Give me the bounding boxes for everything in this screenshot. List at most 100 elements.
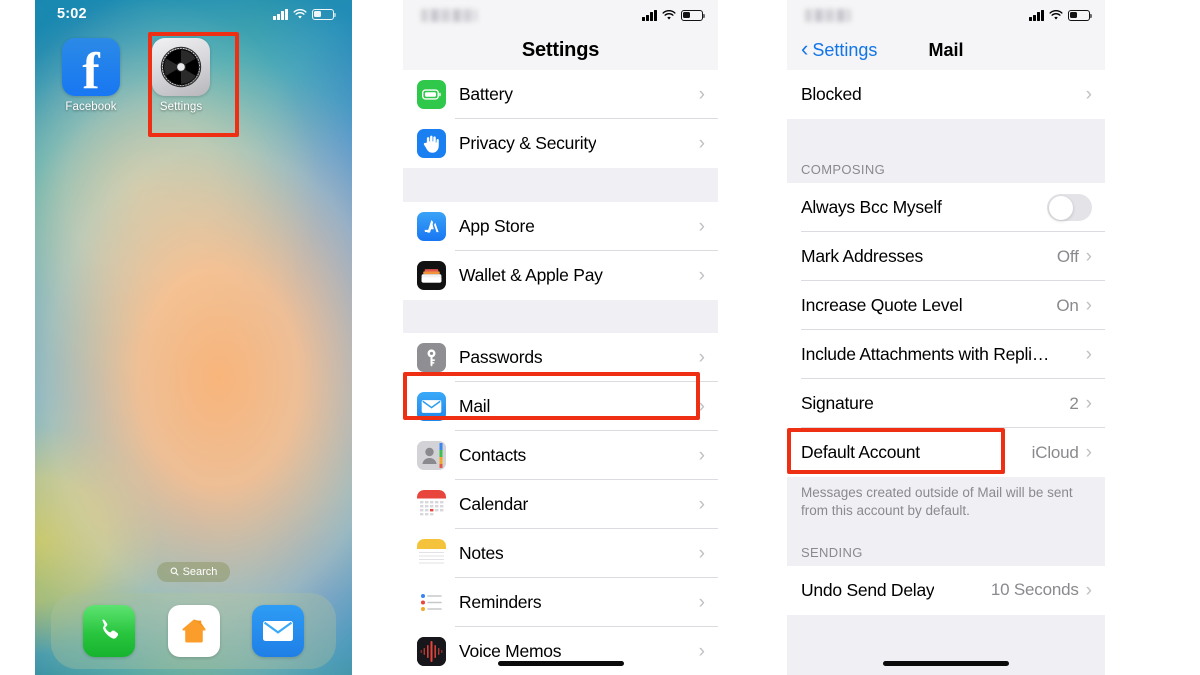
mail-row-signature[interactable]: Signature 2 › — [787, 379, 1105, 428]
mail-envelope-icon — [417, 392, 446, 421]
mail-row-label: Mark Addresses — [801, 246, 923, 266]
phone-icon[interactable] — [83, 605, 136, 657]
cellular-bars-icon — [642, 9, 657, 21]
mail-group-blocked: Blocked › — [787, 70, 1105, 119]
contacts-icon — [417, 441, 446, 470]
chevron-right-icon: › — [698, 592, 705, 613]
mail-row-label: Blocked — [801, 84, 862, 104]
mail-group-composing: Always Bcc Myself Mark Addresses Off › I… — [787, 183, 1105, 477]
wifi-icon — [662, 9, 676, 21]
battery-icon — [312, 8, 337, 20]
status-bar-time: 5:02 — [57, 6, 87, 22]
settings-row-wallet-apple-pay[interactable]: Wallet & Apple Pay › — [403, 251, 718, 300]
settings-group-2: App Store › Wallet & Apple Pay › — [403, 202, 718, 300]
home-house-icon[interactable] — [167, 605, 220, 657]
mail-row-value: On — [1056, 295, 1079, 315]
mail-row-include-attachments[interactable]: Include Attachments with Repli… › — [787, 330, 1105, 379]
mail-row-mark-addresses[interactable]: Mark Addresses Off › — [787, 232, 1105, 281]
facebook-icon: f — [62, 38, 120, 96]
chevron-right-icon: › — [698, 84, 705, 105]
settings-row-voice-memos[interactable]: Voice Memos › — [403, 627, 718, 675]
settings-row-battery[interactable]: Battery › — [403, 70, 718, 119]
settings-group-gap — [403, 168, 718, 202]
chevron-right-icon: › — [1085, 246, 1092, 267]
privacy-hand-icon — [417, 129, 446, 158]
status-bar-indicators — [642, 9, 706, 21]
wallet-icon — [417, 261, 446, 290]
screenshot-canvas: 5:02 f Facebook Settings Search Settings… — [0, 0, 1200, 675]
chevron-right-icon: › — [698, 494, 705, 515]
toggle-knob — [1048, 195, 1073, 220]
mail-envelope-icon[interactable] — [251, 605, 304, 657]
page-title: Settings — [403, 30, 718, 70]
back-button-settings[interactable]: ‹ Settings — [801, 38, 877, 61]
cellular-bars-icon — [1029, 9, 1044, 21]
section-header-sending: SENDING — [787, 529, 1105, 566]
chevron-right-icon: › — [698, 265, 705, 286]
mail-row-blocked[interactable]: Blocked › — [787, 70, 1105, 119]
passwords-key-icon — [417, 343, 446, 372]
mail-row-undo-send-delay[interactable]: Undo Send Delay 10 Seconds › — [787, 565, 1105, 615]
home-app-grid: f Facebook Settings — [57, 38, 215, 113]
mail-row-value: 2 — [1069, 393, 1079, 413]
settings-row-contacts[interactable]: Contacts › — [403, 431, 718, 480]
status-bar-time-blurred — [421, 8, 477, 22]
mail-row-increase-quote-level[interactable]: Increase Quote Level On › — [787, 281, 1105, 330]
app-label: Settings — [159, 101, 203, 113]
mail-row-value: 10 Seconds — [990, 580, 1079, 600]
chevron-right-icon: › — [1085, 393, 1092, 414]
chevron-right-icon: › — [1085, 344, 1092, 365]
voice-memos-icon — [417, 637, 446, 666]
chevron-right-icon: › — [698, 396, 705, 417]
app-icon-facebook[interactable]: f Facebook — [57, 38, 125, 113]
settings-row-calendar[interactable]: Calendar › — [403, 480, 718, 529]
chevron-right-icon: › — [1085, 442, 1092, 463]
cellular-bars-icon — [273, 8, 288, 20]
chevron-right-icon: › — [698, 543, 705, 564]
chevron-right-icon: › — [1085, 84, 1092, 105]
app-label: Facebook — [65, 101, 117, 113]
battery-icon — [1068, 9, 1093, 21]
settings-row-mail[interactable]: Mail › — [403, 382, 718, 431]
settings-row-label: Wallet & Apple Pay — [459, 265, 603, 285]
chevron-right-icon: › — [698, 347, 705, 368]
mail-row-label: Always Bcc Myself — [801, 197, 942, 217]
home-dock — [51, 593, 336, 669]
settings-row-label: Reminders — [459, 592, 542, 612]
app-icon-settings[interactable]: Settings — [147, 38, 215, 113]
section-header-composing: COMPOSING — [787, 153, 1105, 183]
settings-row-label: Calendar — [459, 494, 529, 514]
mail-row-default-account[interactable]: Default Account iCloud › — [787, 428, 1105, 477]
settings-row-privacy-security[interactable]: Privacy & Security › — [403, 119, 718, 168]
status-bar-indicators — [273, 8, 337, 20]
settings-row-label: Contacts — [459, 445, 527, 465]
mail-row-label: Undo Send Delay — [801, 579, 935, 600]
settings-row-passwords[interactable]: Passwords › — [403, 333, 718, 382]
home-indicator — [883, 661, 1009, 666]
settings-row-label: Passwords — [459, 347, 543, 367]
default-account-footnote: Messages created outside of Mail will be… — [787, 477, 1105, 530]
settings-row-label: Notes — [459, 543, 504, 563]
mail-row-always-bcc-myself[interactable]: Always Bcc Myself — [787, 183, 1105, 232]
settings-row-label: Voice Memos — [459, 641, 562, 661]
home-search-button[interactable]: Search — [156, 561, 231, 582]
settings-row-label: App Store — [459, 216, 535, 236]
status-bar-time-blurred — [805, 8, 851, 22]
status-bar-indicators — [1029, 9, 1093, 21]
chevron-right-icon: › — [698, 216, 705, 237]
settings-row-app-store[interactable]: App Store › — [403, 202, 718, 251]
iphone-home-screen-panel: 5:02 f Facebook Settings Search — [35, 0, 352, 675]
settings-row-label: Privacy & Security — [459, 133, 597, 153]
settings-row-reminders[interactable]: Reminders › — [403, 578, 718, 627]
home-search-label: Search — [182, 565, 218, 578]
mail-row-label: Default Account — [801, 442, 920, 462]
settings-status-bar — [403, 0, 718, 30]
home-indicator — [497, 661, 624, 666]
always-bcc-toggle[interactable] — [1047, 194, 1092, 221]
ios-mail-settings-panel: ‹ Settings Mail Blocked › COMPOSING Alwa… — [787, 0, 1105, 675]
settings-row-notes[interactable]: Notes › — [403, 529, 718, 578]
settings-row-label: Battery — [459, 84, 513, 104]
reminders-icon — [417, 588, 446, 617]
wifi-icon — [1049, 9, 1063, 21]
battery-icon — [681, 9, 706, 21]
